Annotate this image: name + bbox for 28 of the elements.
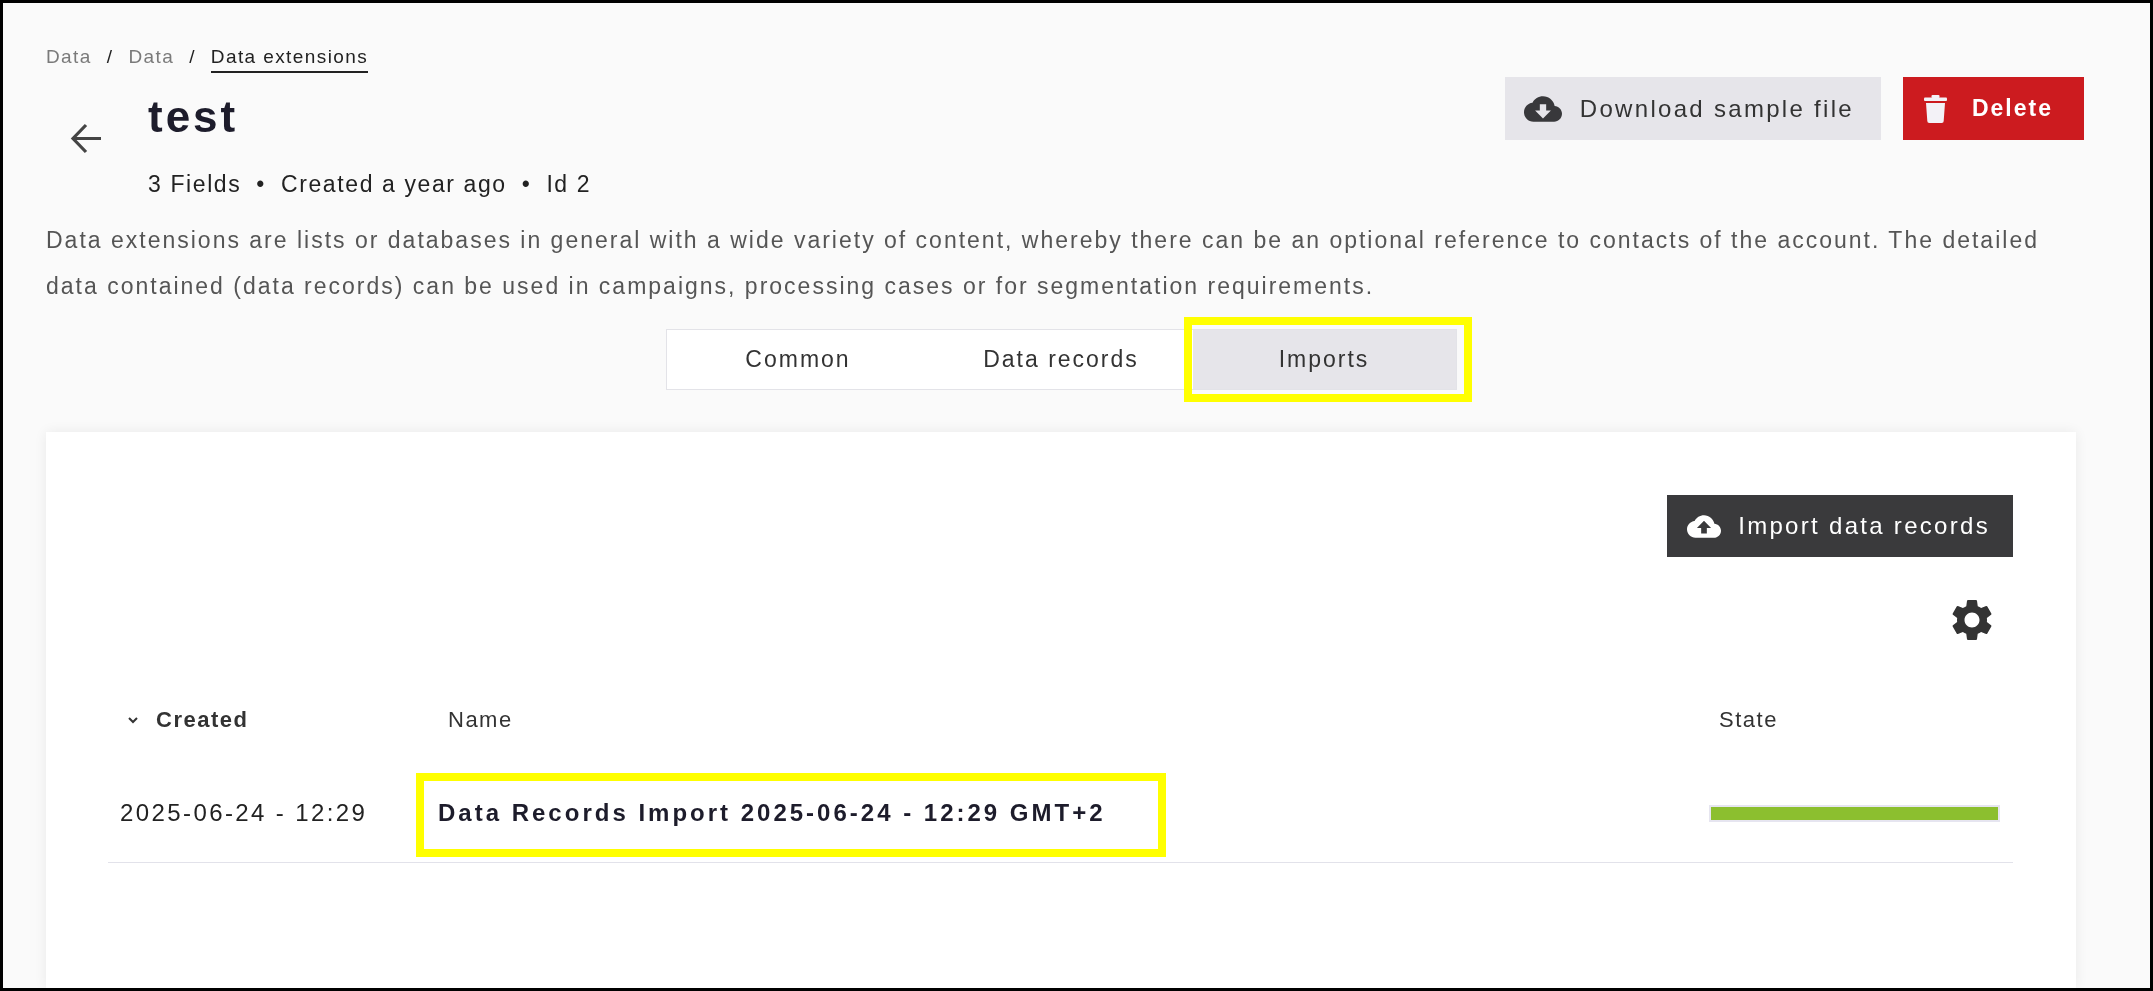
- column-header[interactable]: State: [1719, 707, 1778, 733]
- column-header[interactable]: Created: [156, 707, 249, 733]
- page-title: test: [148, 92, 240, 142]
- breadcrumb-link[interactable]: Data: [128, 45, 175, 69]
- breadcrumb-separator: /: [189, 45, 196, 69]
- tab[interactable]: Common: [666, 330, 930, 389]
- description-text: Data extensions are lists or databases in general with a wide variety of content, whereby there can be an optional reference to contacts of the account. The detailed data contained (data records) can be used in campaigns, processing cases or for segmentation requirements.: [46, 226, 2040, 301]
- meta-text: 3 Fields: [148, 170, 242, 199]
- breadcrumb-link[interactable]: Data extensions: [210, 45, 369, 73]
- tab[interactable]: Imports: [1192, 330, 1456, 389]
- bullet-separator: •: [521, 170, 532, 199]
- download-button[interactable]: Download sample file: [1504, 77, 1881, 140]
- back-arrow-icon[interactable]: [70, 122, 103, 154]
- settings-icon[interactable]: [1952, 600, 1992, 640]
- import-name[interactable]: Data Records Import 2025-06-24 - 12:29 GMT+2: [438, 799, 1106, 826]
- import-button[interactable]: Import data records: [1667, 495, 2013, 557]
- trash-icon: [1923, 94, 1947, 123]
- column-header[interactable]: Name: [448, 707, 513, 733]
- tab[interactable]: Data records: [929, 330, 1193, 389]
- meta-text: Created a year ago: [281, 170, 507, 199]
- breadcrumb-separator: /: [106, 45, 114, 69]
- meta-text: Id 2: [546, 170, 592, 199]
- bullet-separator: •: [256, 170, 266, 199]
- cloud-download-icon: [1523, 95, 1562, 122]
- delete-button[interactable]: Delete: [1902, 77, 2084, 140]
- created-cell-text: 2025-06-24 - 12:29: [119, 799, 369, 827]
- cloud-upload-icon: [1687, 514, 1722, 538]
- breadcrumb-link[interactable]: Data: [46, 45, 92, 69]
